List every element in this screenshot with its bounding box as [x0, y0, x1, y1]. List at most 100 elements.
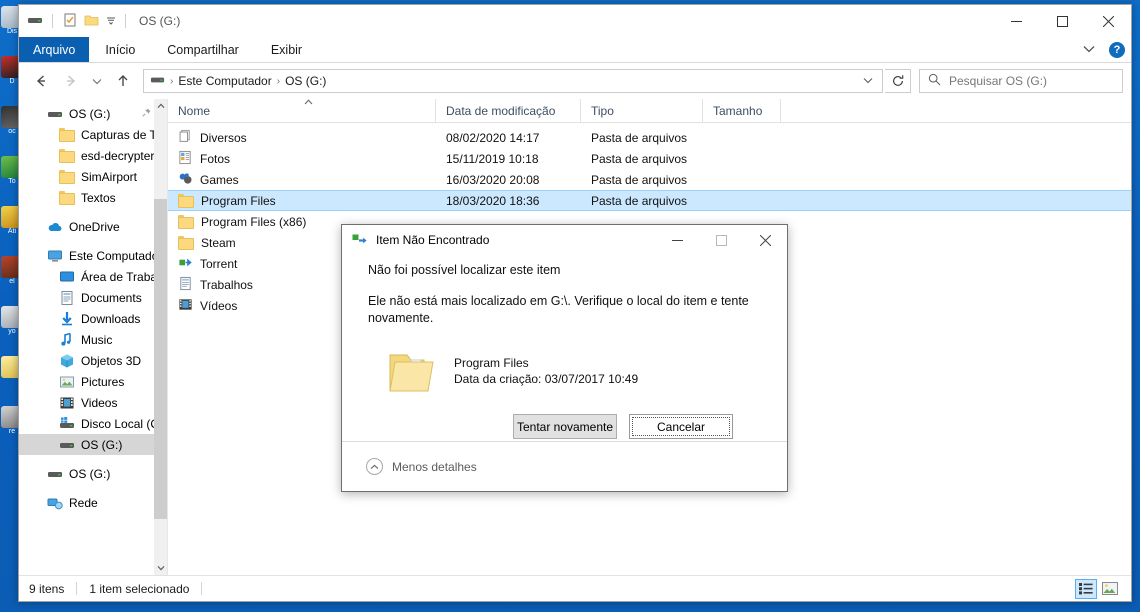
less-details-label[interactable]: Menos detalhes — [392, 460, 477, 474]
status-divider-2 — [201, 582, 203, 595]
documents-icon — [59, 290, 75, 306]
sidebar-item-label: Objetos 3D — [81, 353, 142, 368]
dialog-close-button[interactable] — [743, 225, 787, 255]
sidebar-item-os-g-pinned[interactable]: OS (G:) — [19, 103, 167, 124]
minimize-button[interactable] — [993, 5, 1039, 37]
new-folder-icon[interactable] — [84, 12, 100, 31]
sidebar-item-simairport[interactable]: SimAirport — [19, 166, 167, 187]
refresh-button[interactable] — [885, 69, 911, 93]
drive-icon — [47, 466, 63, 482]
sidebar-item-area-de-trabalho[interactable]: Área de Trabalho — [19, 266, 167, 287]
search-input[interactable]: Pesquisar OS (G:) — [919, 69, 1123, 93]
sidebar-item-label: OS (G:) — [69, 106, 111, 121]
dialog-footer[interactable]: Menos detalhes — [342, 441, 787, 491]
status-divider — [76, 582, 78, 595]
tab-arquivo[interactable]: Arquivo — [19, 37, 90, 62]
sidebar-item-este-computador[interactable]: Este Computador — [19, 245, 167, 266]
tab-exibir[interactable]: Exibir — [255, 37, 318, 62]
table-row[interactable]: Fotos 15/11/2019 10:18 Pasta de arquivos — [168, 148, 1131, 169]
column-header-tipo[interactable]: Tipo — [581, 99, 703, 122]
row-type-cell: Pasta de arquivos — [591, 172, 688, 187]
scroll-up-arrow-icon[interactable] — [154, 99, 167, 113]
drive-icon — [59, 437, 75, 453]
sidebar-item-label: OneDrive — [69, 219, 120, 234]
stacked-folder-icon — [178, 129, 193, 147]
row-type-cell: Pasta de arquivos — [591, 151, 688, 166]
address-drive-icon — [150, 72, 165, 90]
sidebar-item-pictures[interactable]: Pictures — [19, 371, 167, 392]
row-name-label: Fotos — [200, 151, 231, 166]
breadcrumb-item-os-g[interactable]: OS (G:) — [285, 74, 326, 88]
ribbon-tabstrip: Arquivo Início Compartilhar Exibir ? — [19, 37, 1131, 63]
sidebar-item-label: SimAirport — [81, 169, 138, 184]
breadcrumb-separator-1: › — [170, 75, 174, 87]
sidebar-item-textos[interactable]: Textos — [19, 187, 167, 208]
back-button[interactable] — [27, 67, 55, 95]
close-button[interactable] — [1085, 5, 1131, 37]
sidebar-item-downloads[interactable]: Downloads — [19, 308, 167, 329]
sidebar-item-objetos-3d[interactable]: Objetos 3D — [19, 350, 167, 371]
dialog-titlebar: Item Não Encontrado — [342, 225, 787, 255]
maximize-button[interactable] — [1039, 5, 1085, 37]
sidebar-scrollbar[interactable] — [154, 99, 167, 575]
up-button[interactable] — [109, 67, 137, 95]
sidebar-item-onedrive[interactable]: OneDrive — [19, 216, 167, 237]
pc-icon — [47, 248, 63, 264]
table-row[interactable]: Program Files 18/03/2020 18:36 Pasta de … — [168, 190, 1131, 211]
address-dropdown-caret-icon[interactable] — [863, 76, 876, 86]
sidebar-item-capturas-de-tela[interactable]: Capturas de Tela — [19, 124, 167, 145]
navigation-bar: › Este Computador › OS (G:) Pesquisar OS… — [19, 63, 1131, 99]
sidebar-item-disco-local-c[interactable]: Disco Local (C:) — [19, 413, 167, 434]
address-bar[interactable]: › Este Computador › OS (G:) — [143, 69, 883, 93]
sidebar-item-label: Music — [81, 332, 113, 347]
tab-inicio[interactable]: Início — [89, 37, 151, 62]
sidebar-item-documents[interactable]: Documents — [19, 287, 167, 308]
expand-ribbon-caret-icon[interactable] — [1077, 44, 1101, 56]
folder-icon — [59, 148, 75, 164]
help-icon[interactable]: ? — [1109, 42, 1125, 58]
sidebar-item-label: Videos — [81, 395, 118, 410]
drive-icon — [47, 106, 63, 122]
sidebar-item-label: OS (G:) — [81, 437, 123, 452]
column-header-nome[interactable]: Nome — [168, 99, 436, 122]
large-icons-view-button[interactable] — [1099, 579, 1121, 599]
dialog-body: Não foi possível localizar este item Ele… — [342, 255, 787, 441]
scroll-down-arrow-icon[interactable] — [154, 561, 167, 575]
sidebar-item-rede[interactable]: Rede — [19, 492, 167, 513]
dialog-title: Item Não Encontrado — [376, 233, 490, 247]
breadcrumb-item-este-computador[interactable]: Este Computador — [178, 74, 271, 88]
sidebar-item-esd-decrypter[interactable]: esd-decrypter-w — [19, 145, 167, 166]
tab-compartilhar[interactable]: Compartilhar — [151, 37, 255, 62]
dialog-minimize-button[interactable] — [655, 225, 699, 255]
network-icon — [47, 495, 63, 511]
sidebar-item-os-g-network[interactable]: OS (G:) — [19, 463, 167, 484]
sidebar-item-os-g-selected[interactable]: OS (G:) — [19, 434, 167, 455]
dialog-heading: Não foi possível localizar este item — [368, 263, 561, 277]
customize-qat-caret-icon[interactable] — [106, 14, 116, 28]
collapse-details-caret-icon[interactable] — [366, 458, 383, 475]
sidebar-item-videos[interactable]: Videos — [19, 392, 167, 413]
row-name-label: Torrent — [200, 256, 238, 271]
cancel-button[interactable]: Cancelar — [629, 414, 733, 439]
properties-icon[interactable] — [62, 12, 78, 31]
folder-icon — [178, 193, 194, 209]
ribbon-right-controls: ? — [1077, 37, 1125, 63]
music-icon — [59, 332, 75, 348]
retry-button[interactable]: Tentar novamente — [513, 414, 617, 439]
table-row[interactable]: Games 16/03/2020 20:08 Pasta de arquivos — [168, 169, 1131, 190]
videos-icon — [59, 395, 75, 411]
table-row[interactable]: Diversos 08/02/2020 14:17 Pasta de arqui… — [168, 127, 1131, 148]
downloads-icon — [59, 311, 75, 327]
forward-button[interactable] — [57, 67, 85, 95]
sidebar-scroll-thumb[interactable] — [154, 199, 167, 519]
column-header-data-de-modificacao[interactable]: Data de modificação — [436, 99, 581, 122]
recent-locations-caret-icon[interactable] — [87, 67, 107, 95]
sidebar-item-music[interactable]: Music — [19, 329, 167, 350]
drive-icon[interactable] — [27, 12, 43, 31]
sidebar-item-label: Textos — [81, 190, 116, 205]
row-date-cell: 18/03/2020 18:36 — [446, 193, 540, 208]
column-header-tamanho[interactable]: Tamanho — [703, 99, 781, 122]
photos-folder-icon — [178, 150, 193, 168]
details-view-button[interactable] — [1075, 578, 1097, 599]
